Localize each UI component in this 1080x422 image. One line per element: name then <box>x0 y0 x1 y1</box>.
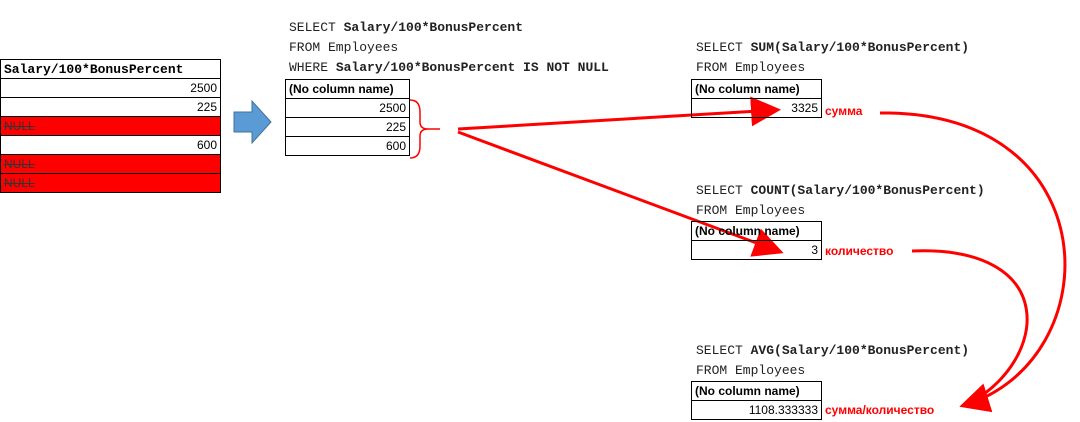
query-sum-expr: SUM(Salary/100*BonusPercent) <box>750 40 970 55</box>
filtered-table-row: 225 <box>285 117 410 137</box>
filtered-table-header: (No column name) <box>285 79 410 99</box>
filtered-table-row: 2500 <box>285 98 410 118</box>
sum-result-value: 3325 <box>691 98 822 118</box>
query-count-select: SELECT <box>696 183 751 198</box>
source-table-cell: 600 <box>0 135 221 155</box>
avg-result-value: 1108.333333 <box>691 400 822 420</box>
count-result-value: 3 <box>691 240 822 260</box>
query-avg-select: SELECT <box>696 343 751 358</box>
sum-label: сумма <box>825 104 863 118</box>
filtered-table: (No column name) 2500 225 600 <box>285 79 410 156</box>
filtered-table-row: 600 <box>285 136 410 156</box>
filtered-table-body: 2500 225 600 <box>285 98 410 156</box>
avg-result-header: (No column name) <box>691 381 822 401</box>
query-sum-from: FROM Employees <box>696 60 806 75</box>
source-table-row: NULL <box>0 173 221 193</box>
query-where-expr: Salary/100*BonusPercent <box>343 20 524 35</box>
filtered-table-cell: 600 <box>285 136 410 156</box>
sum-result-header: (No column name) <box>691 79 822 99</box>
source-table-row: 2500 <box>0 78 221 98</box>
source-table: Salary/100*BonusPercent 2500 225 NULL 600 NU… <box>0 59 221 193</box>
source-table-row: NULL <box>0 154 221 174</box>
query-avg-from: FROM Employees <box>696 363 806 378</box>
query-where-condition: Salary/100*BonusPercent IS NOT NULL <box>335 60 609 75</box>
source-table-row: 600 <box>0 135 221 155</box>
filtered-table-cell: 2500 <box>285 98 410 118</box>
query-count-from: FROM Employees <box>696 203 806 218</box>
source-table-row: 225 <box>0 97 221 117</box>
query-sum-select: SELECT <box>696 40 751 55</box>
count-result-header: (No column name) <box>691 221 822 241</box>
source-table-body: 2500 225 NULL 600 NULL NULL <box>0 78 221 193</box>
block-arrow-icon <box>233 99 272 145</box>
source-table-cell: 2500 <box>0 78 221 98</box>
query-avg-expr: AVG(Salary/100*BonusPercent) <box>750 343 970 358</box>
source-table-null-cell: NULL <box>0 154 221 174</box>
source-table-header: Salary/100*BonusPercent <box>0 59 221 79</box>
source-table-null-cell: NULL <box>0 116 221 136</box>
avg-label: сумма/количество <box>825 403 935 417</box>
query-count-expr: COUNT(Salary/100*BonusPercent) <box>750 183 985 198</box>
count-result-table: (No column name) 3 <box>691 221 822 260</box>
query-where-select: SELECT <box>289 20 344 35</box>
brace-icon <box>409 99 429 159</box>
sum-result-table: (No column name) 3325 <box>691 79 822 118</box>
count-label: количество <box>825 244 894 258</box>
filtered-table-cell: 225 <box>285 117 410 137</box>
query-where-from: FROM Employees <box>289 40 399 55</box>
source-table-row: NULL <box>0 116 221 136</box>
avg-result-table: (No column name) 1108.333333 <box>691 381 822 420</box>
source-table-null-cell: NULL <box>0 173 221 193</box>
source-table-cell: 225 <box>0 97 221 117</box>
query-where-keyword: WHERE <box>289 60 336 75</box>
